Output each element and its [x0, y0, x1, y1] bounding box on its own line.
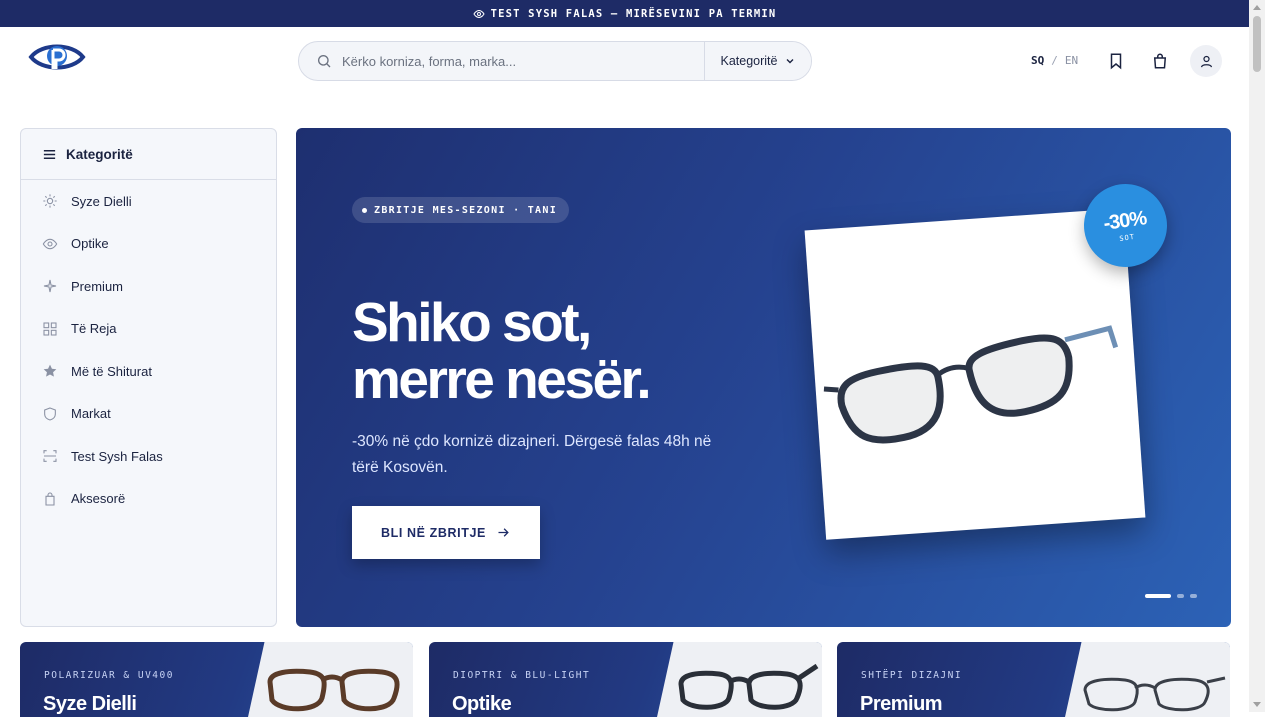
category-select-label: Kategoritë — [720, 54, 778, 68]
bookmark-icon[interactable] — [1107, 52, 1125, 70]
eye-icon — [473, 9, 485, 18]
grid-icon — [43, 322, 57, 336]
glasses-image — [267, 668, 400, 712]
sidebar-item-label: Aksesorë — [71, 491, 126, 507]
star-icon — [43, 364, 57, 377]
scroll-down-arrow[interactable] — [1253, 702, 1261, 707]
sidebar-item-label: Të Reja — [71, 321, 117, 337]
lang-separator: / — [1051, 54, 1058, 67]
category-card-optike[interactable]: DIOPTRI & BLU-LIGHT Optike — [429, 642, 822, 717]
bag-icon[interactable] — [1151, 52, 1169, 70]
scroll-up-arrow[interactable] — [1253, 5, 1261, 10]
category-card-photo — [657, 642, 822, 717]
shop-sale-button[interactable]: BLI NË ZBRITJE — [352, 506, 540, 559]
glasses-product-image — [823, 325, 1119, 444]
sidebar-item-label: Markat — [71, 406, 111, 422]
lang-sq[interactable]: SQ — [1031, 54, 1044, 67]
sidebar-item-label: Test Sysh Falas — [71, 448, 163, 464]
shop-sale-label: BLI NË ZBRITJE — [381, 525, 486, 540]
chevron-down-icon — [786, 59, 794, 64]
category-card-kicker: POLARIZUAR & UV400 — [44, 670, 174, 681]
eye-logo[interactable] — [28, 40, 86, 74]
sidebar-title: Kategoritë — [66, 146, 133, 162]
sale-badge: ZBRITJE MES-SEZONI · TANI — [352, 197, 570, 223]
shield-icon — [44, 407, 56, 421]
hero-title-line1: Shiko sot, — [352, 291, 592, 353]
sidebar-item-aksesore[interactable]: Aksesorë — [21, 478, 276, 521]
sidebar-item-label: Më të Shiturat — [71, 363, 152, 379]
sidebar-item-optike[interactable]: Optike — [21, 223, 276, 266]
sidebar-item-premium[interactable]: Premium — [21, 265, 276, 308]
sidebar-item-te-reja[interactable]: Të Reja — [21, 308, 276, 351]
carousel-dots — [1145, 594, 1197, 598]
sidebar-header: Kategoritë — [21, 129, 276, 180]
bag-icon — [45, 492, 55, 506]
hero-banner: ZBRITJE MES-SEZONI · TANI Shiko sot, mer… — [296, 128, 1231, 627]
hero-title: Shiko sot, merre nesër. — [352, 294, 792, 408]
menu-icon — [43, 149, 56, 159]
sparkle-icon — [43, 280, 57, 293]
category-sidebar: Kategoritë Syze Dielli Optike Premium Të… — [20, 128, 277, 627]
category-card-premium[interactable]: SHTËPI DIZAJNI Premium — [837, 642, 1230, 717]
user-account-button[interactable] — [1190, 45, 1222, 77]
announcement-bar: TEST SYSH FALAS — MIRËSEVINI PA TERMIN — [0, 0, 1249, 27]
sidebar-item-label: Syze Dielli — [71, 193, 132, 209]
sale-badge-text: ZBRITJE MES-SEZONI · TANI — [374, 204, 558, 216]
hero-subtitle: -30% në çdo kornizë dizajneri. Dërgesë f… — [352, 433, 712, 476]
search-input[interactable] — [332, 42, 704, 80]
sidebar-item-test-sysh-falas[interactable]: Test Sysh Falas — [21, 435, 276, 478]
category-card-kicker: SHTËPI DIZAJNI — [861, 670, 963, 681]
search-bar: Kategoritë — [298, 41, 812, 81]
scan-icon — [43, 450, 57, 463]
language-switch: SQ / EN — [1031, 54, 1078, 67]
user-icon — [1200, 55, 1212, 67]
lang-en[interactable]: EN — [1065, 54, 1078, 67]
glasses-image — [1083, 676, 1226, 712]
carousel-dot-1[interactable] — [1145, 594, 1171, 598]
category-card-name: Syze Dielli — [43, 693, 137, 715]
category-card-syze-dielli[interactable]: POLARIZUAR & UV400 Syze Dielli — [20, 642, 413, 717]
sidebar-item-label: Optike — [71, 236, 109, 252]
carousel-dot-3[interactable] — [1190, 594, 1197, 598]
sidebar-item-me-te-shiturat[interactable]: Më të Shiturat — [21, 350, 276, 393]
badge-dot — [362, 207, 367, 213]
glasses-image — [678, 663, 819, 710]
arrow-right-icon — [498, 528, 509, 537]
category-card-name: Optike — [452, 693, 512, 715]
discount-value: -30% — [1102, 206, 1148, 235]
category-select[interactable]: Kategoritë — [704, 42, 811, 80]
search-icon[interactable] — [316, 53, 332, 69]
page-scrollbar[interactable] — [1249, 0, 1265, 712]
category-card-name: Premium — [860, 693, 943, 715]
sidebar-item-markat[interactable]: Markat — [21, 393, 276, 436]
eye-icon — [42, 238, 58, 249]
category-card-photo — [1065, 642, 1230, 717]
discount-caption: SOT — [1118, 232, 1136, 243]
sun-icon — [43, 194, 57, 208]
sidebar-item-label: Premium — [71, 278, 124, 294]
announcement-text: TEST SYSH FALAS — MIRËSEVINI PA TERMIN — [490, 7, 777, 20]
hero-title-line2: merre nesër. — [352, 348, 652, 410]
sidebar-item-syze-dielli[interactable]: Syze Dielli — [21, 180, 276, 223]
category-card-kicker: DIOPTRI & BLU-LIGHT — [453, 670, 591, 681]
category-card-photo — [248, 642, 413, 717]
carousel-dot-2[interactable] — [1177, 594, 1184, 598]
scroll-thumb[interactable] — [1253, 16, 1261, 72]
